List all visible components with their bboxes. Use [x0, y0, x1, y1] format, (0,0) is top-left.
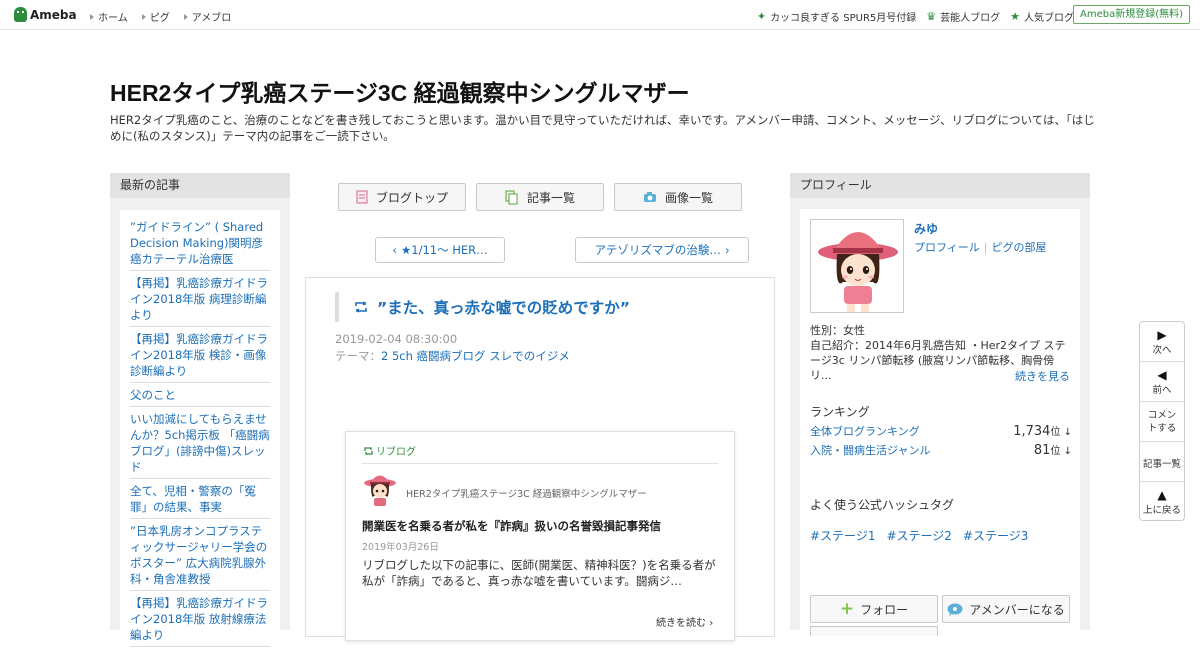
promo-link[interactable]: ✦ カッコ良すぎる SPUR5月号付録 [757, 9, 916, 24]
comment-button[interactable]: コメントする [1140, 402, 1184, 442]
reblog-excerpt: リブログした以下の記事に、医師(開業医、精神科医？)を名乗る者が私が「詐病」であ… [362, 558, 716, 588]
crown-icon: ♛ [926, 10, 937, 23]
next-post-link[interactable]: アテゾリズマブの治験… › [575, 237, 749, 263]
speech-bubble-icon [947, 603, 963, 616]
divider [362, 463, 718, 464]
floating-nav: ▶ 次へ ◀ 前へ コメントする 記事一覧 ▲ 上に戻る [1139, 321, 1185, 521]
latest-post-link[interactable]: いい加減にしてもらえませんか？5ch掲示板 「癌闘病ブログ」(誹謗中傷)スレッド [130, 412, 270, 474]
next-post-button[interactable]: ▶ 次へ [1140, 322, 1184, 362]
blog-description: HER2タイプ乳癌のこと、治療のことなどを書き残しておこうと思います。温かい目で… [110, 113, 1095, 143]
profile-avatar[interactable] [810, 219, 904, 313]
latest-posts-heading: 最新の記事 [110, 173, 290, 198]
reblog-title[interactable]: 開業医を名乗る者が私を『詐病』扱いの名誉毀損記事発信 [362, 518, 661, 534]
prev-post-link[interactable]: ‹ ★1/11～ HER… [375, 237, 505, 263]
star-icon: ★ [1010, 10, 1020, 23]
latest-posts-list: ”ガイドライン” ( Shared Decision Making)関明彦 癌カ… [130, 218, 270, 650]
pigg-room-link[interactable]: ピグの部屋 [992, 241, 1047, 254]
blog-title[interactable]: HER2タイプ乳癌ステージ3C 経過観察中シングルマザー [110, 74, 690, 108]
read-more-link[interactable]: 続きを読む › [656, 614, 713, 629]
nav-pigg-link[interactable]: ピグ [142, 9, 170, 24]
document-icon [356, 190, 368, 204]
latest-post-link[interactable]: 【再掲】乳癌診療ガイドライン2018年版 検診・画像診断編より [130, 332, 268, 378]
list-item: いい加減にしてもらえませんか？5ch掲示板 「癌闘病ブログ」(誹謗中傷)スレッド [130, 410, 270, 479]
ranking-row: 全体ブログランキング 1,734位 ↓ [810, 423, 1072, 439]
article-title[interactable]: ”また、真っ赤な嘘での貶めですか” [335, 292, 735, 322]
plus-icon: + [839, 599, 855, 619]
hashtag-link[interactable]: #ステージ2 [886, 527, 951, 544]
genre-ranking-link[interactable]: 入院・闘病生活ジャンル [810, 442, 930, 458]
profile-link[interactable]: プロフィール [914, 241, 980, 254]
register-button[interactable]: Ameba新規登録(無料) [1072, 5, 1190, 24]
profile-heading: プロフィール [790, 173, 1090, 198]
girl-avatar-icon [818, 232, 898, 312]
reblog-icon [355, 301, 367, 313]
reblog-blog-name: HER2タイプ乳癌ステージ3C 経過観察中シングルマザー [406, 489, 647, 500]
sparkle-icon: ✦ [756, 10, 767, 23]
reblog-small-icon [364, 446, 373, 455]
list-item: 【再掲】乳癌診療ガイドライン2018年版 検診・画像診断編より [130, 330, 270, 383]
overall-ranking-link[interactable]: 全体ブログランキング [810, 423, 920, 439]
reblog-label: リブログ [363, 443, 416, 458]
profile-gender: 性別：女性 [810, 324, 865, 337]
ameba-logo[interactable]: Ameba [14, 7, 77, 22]
reblog-date: 2019年03月26日 [362, 542, 439, 553]
prev-post-button[interactable]: ◀ 前へ [1140, 362, 1184, 402]
list-item: ”日本乳房オンコプラスティックサージャリー学会のポスター” 広大病院乳腺外科・角… [130, 522, 270, 591]
profile-links: プロフィール | ピグの部屋 [914, 239, 1047, 255]
header-links: ✦ カッコ良すぎる SPUR5月号付録 ♛ 芸能人ブログ ★ 人気ブログ [757, 9, 1074, 24]
documents-icon [505, 190, 518, 204]
amember-button[interactable]: アメンバーになる [942, 595, 1070, 623]
global-nav: ホーム ピグ アメブロ [90, 9, 231, 24]
ameba-logo-icon [14, 7, 27, 22]
list-item: 【再掲】乳癌診療ガイドライン2018年版 病理診断編より [130, 274, 270, 327]
latest-post-link[interactable]: 【再掲】乳癌診療ガイドライン2018年版 放射線療法編より [130, 596, 268, 642]
chevron-right-icon: › [724, 243, 730, 257]
list-item: 【再掲】乳癌診療ガイドライン2018年版 放射線療法編より [130, 594, 270, 647]
separator: | [983, 241, 988, 254]
hashtag-list: #ステージ1 #ステージ2 #ステージ3 [810, 527, 1028, 544]
popular-blog-link[interactable]: ★ 人気ブログ [1010, 9, 1074, 24]
camera-icon [643, 192, 656, 202]
back-to-top-button[interactable]: ▲ 上に戻る [1140, 482, 1184, 520]
theme-link[interactable]: 2 5ch 癌闘病ブログ スレでのイジメ [381, 349, 570, 363]
triangle-up-icon: ▲ [1157, 488, 1167, 502]
ranking-value: 81位 ↓ [1033, 443, 1072, 458]
girl-avatar-icon [364, 475, 396, 506]
list-item: 全て、児相・警察の「冤罪」の結果、事実 [130, 482, 270, 519]
hashtag-heading: よく使う公式ハッシュタグ [810, 498, 955, 512]
list-item: 父のこと [130, 386, 270, 407]
ranking-heading: ランキング [810, 405, 870, 419]
ranking-row: 入院・闘病生活ジャンル 81位 ↓ [810, 442, 1072, 458]
reblog-avatar [362, 472, 398, 508]
post-list-button[interactable]: 記事一覧 [476, 183, 604, 211]
chevron-left-icon: ‹ [392, 243, 397, 257]
article-theme: テーマ：2 5ch 癌闘病ブログ スレでのイジメ [335, 349, 570, 363]
image-list-button[interactable]: 画像一覧 [614, 183, 742, 211]
celeb-blog-link[interactable]: ♛ 芸能人ブログ [926, 9, 1000, 24]
message-button[interactable] [810, 626, 938, 636]
play-back-icon: ◀ [1157, 368, 1167, 382]
see-more-link[interactable]: 続きを見る [1015, 368, 1070, 384]
list-item: ”ガイドライン” ( Shared Decision Making)関明彦 癌カ… [130, 218, 270, 271]
latest-post-link[interactable]: 全て、児相・警察の「冤罪」の結果、事実 [130, 484, 256, 514]
hashtag-link[interactable]: #ステージ3 [963, 527, 1028, 544]
play-icon: ▶ [1157, 328, 1167, 342]
latest-post-link[interactable]: 【再掲】乳癌診療ガイドライン2018年版 病理診断編より [130, 276, 268, 322]
blog-top-button[interactable]: ブログトップ [338, 183, 466, 211]
chevron-right-icon: › [709, 618, 714, 629]
follow-button[interactable]: + フォロー [810, 595, 938, 623]
article-date: 2019-02-04 08:30:00 [335, 332, 458, 346]
latest-post-link[interactable]: ”ガイドライン” ( Shared Decision Making)関明彦 癌カ… [130, 220, 263, 266]
global-header: Ameba ホーム ピグ アメブロ ✦ カッコ良すぎる SPUR5月号付録 ♛ 芸能… [0, 0, 1200, 30]
profile-name[interactable]: みゆ [914, 220, 938, 237]
nav-ameblo-link[interactable]: アメブロ [184, 9, 232, 24]
nav-home-link[interactable]: ホーム [90, 9, 128, 24]
latest-post-link[interactable]: 父のこと [130, 388, 176, 402]
ranking-value: 1,734位 ↓ [1013, 424, 1072, 439]
latest-post-link[interactable]: ”日本乳房オンコプラスティックサージャリー学会のポスター” 広大病院乳腺外科・角… [130, 524, 267, 586]
hashtag-link[interactable]: #ステージ1 [810, 527, 875, 544]
post-list-float-button[interactable]: 記事一覧 [1140, 442, 1184, 482]
